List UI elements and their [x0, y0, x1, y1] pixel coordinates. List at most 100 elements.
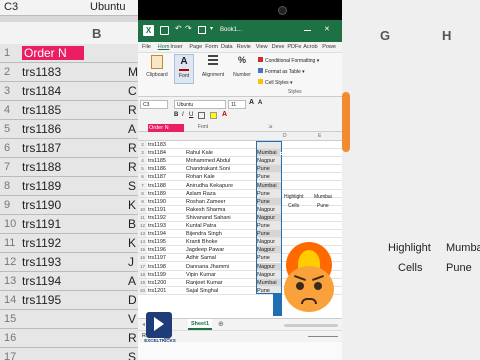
- name-cell[interactable]: Bijendra Singh: [186, 230, 256, 237]
- name-cell[interactable]: Rohan Kale: [186, 173, 256, 180]
- name-cell[interactable]: Dannana Jhammi: [186, 263, 256, 270]
- order-cell[interactable]: trs1184: [148, 149, 184, 156]
- cell-styles-button[interactable]: Cell Styles ▾: [258, 79, 293, 86]
- name-cell[interactable]: Ranjeet Kumar: [186, 279, 256, 286]
- order-header-cell[interactable]: Order N: [148, 124, 184, 132]
- font-color-button[interactable]: A: [222, 111, 227, 118]
- fill-color-icon[interactable]: [210, 112, 217, 119]
- tab-acrob[interactable]: Acrob: [303, 44, 317, 50]
- order-cell[interactable]: trs1196: [148, 246, 184, 253]
- row-number[interactable]: 14: [138, 238, 147, 246]
- order-cell[interactable]: trs1189: [148, 190, 184, 197]
- order-cell[interactable]: trs1201: [148, 287, 184, 294]
- row-number[interactable]: 16: [138, 254, 147, 262]
- tab-data[interactable]: Data: [221, 44, 233, 50]
- font-dialog-launcher-icon[interactable]: ⇲: [268, 124, 272, 130]
- column-d-header[interactable]: D: [283, 133, 287, 139]
- table-icon[interactable]: [198, 26, 206, 34]
- name-cell[interactable]: Aslam Raza: [186, 190, 256, 197]
- row-number[interactable]: 10: [138, 205, 147, 213]
- row-number[interactable]: 8: [138, 189, 147, 197]
- font-name-box[interactable]: Ubuntu: [174, 100, 226, 109]
- conditional-formatting-button[interactable]: Conditional Formatting ▾: [258, 57, 319, 64]
- name-cell[interactable]: Chandrakant Soni: [186, 165, 256, 172]
- tab-inser[interactable]: Inser: [170, 44, 182, 50]
- decrease-font-icon[interactable]: A: [258, 100, 262, 106]
- order-cell[interactable]: trs1188: [148, 182, 184, 189]
- underline-button[interactable]: U: [189, 112, 193, 118]
- column-e-header[interactable]: E: [318, 133, 321, 139]
- row-number[interactable]: 5: [138, 165, 147, 173]
- order-cell[interactable]: trs1197: [148, 254, 184, 261]
- name-cell[interactable]: Kranti Bhoke: [186, 238, 256, 245]
- order-cell[interactable]: trs1192: [148, 214, 184, 221]
- redo-icon[interactable]: ↷: [185, 24, 192, 33]
- zoom-slider[interactable]: [308, 336, 338, 337]
- font-size-box[interactable]: 11: [228, 100, 246, 109]
- order-cell[interactable]: trs1187: [148, 173, 184, 180]
- tab-page[interactable]: Page: [189, 44, 202, 50]
- fill-handle[interactable]: [280, 152, 283, 155]
- borders-icon[interactable]: [198, 112, 205, 119]
- format-as-table-button[interactable]: Format as Table ▾: [258, 68, 305, 75]
- tab-view[interactable]: View: [256, 44, 268, 50]
- order-cell[interactable]: trs1186: [148, 165, 184, 172]
- name-cell[interactable]: Mohammed Abdul: [186, 157, 256, 164]
- tab-powe[interactable]: Powe: [322, 44, 336, 50]
- order-cell[interactable]: trs1198: [148, 263, 184, 270]
- row-number[interactable]: 15: [138, 246, 147, 254]
- close-icon[interactable]: ✕: [324, 26, 330, 33]
- tab-form[interactable]: Form: [205, 44, 218, 50]
- name-cell[interactable]: Kuntal Patra: [186, 222, 256, 229]
- row-number[interactable]: 18: [138, 270, 147, 278]
- row-number[interactable]: 2: [138, 141, 147, 149]
- name-cell[interactable]: Jagdeep Pawar: [186, 246, 256, 253]
- order-cell[interactable]: trs1185: [148, 157, 184, 164]
- row-number[interactable]: 12: [138, 222, 147, 230]
- order-cell[interactable]: trs1190: [148, 198, 184, 205]
- save-icon[interactable]: [160, 26, 169, 35]
- font-group-button[interactable]: A Font: [174, 54, 194, 84]
- add-sheet-icon[interactable]: ⊕: [218, 320, 224, 328]
- row-number[interactable]: 17: [138, 262, 147, 270]
- bold-button[interactable]: B: [174, 112, 178, 118]
- row-number[interactable]: 19: [138, 278, 147, 286]
- order-cell[interactable]: trs1194: [148, 230, 184, 237]
- qat-more-icon[interactable]: ▾: [210, 25, 213, 32]
- horizontal-scrollbar[interactable]: [284, 324, 338, 327]
- row-number[interactable]: 9: [138, 197, 147, 205]
- tab-prev-icon[interactable]: ◂: [142, 321, 145, 328]
- name-cell[interactable]: Adhir Samal: [186, 254, 256, 261]
- name-cell[interactable]: Roshan Zameer: [186, 198, 256, 205]
- order-cell[interactable]: trs1183: [148, 141, 184, 148]
- row-number[interactable]: 11: [138, 213, 147, 221]
- name-cell[interactable]: Shivanand Sahani: [186, 214, 256, 221]
- order-cell[interactable]: trs1199: [148, 271, 184, 278]
- row-number[interactable]: 4: [138, 157, 147, 165]
- name-cell[interactable]: Anirudha Kekapure: [186, 182, 256, 189]
- name-cell[interactable]: Rakesh Sharma: [186, 206, 256, 213]
- increase-font-icon[interactable]: A: [249, 99, 254, 106]
- paste-button[interactable]: [140, 55, 174, 69]
- name-box[interactable]: C3: [140, 100, 168, 109]
- minimize-icon[interactable]: [304, 30, 311, 31]
- italic-button[interactable]: I: [182, 112, 184, 118]
- name-cell[interactable]: [186, 141, 256, 148]
- tab-sheet1[interactable]: Sheet1: [188, 319, 212, 330]
- row-number[interactable]: 3: [138, 149, 147, 157]
- name-cell[interactable]: Sajal Singhal: [186, 287, 256, 294]
- row-number[interactable]: 6: [138, 173, 147, 181]
- undo-icon[interactable]: ↶: [175, 24, 182, 33]
- order-cell[interactable]: trs1200: [148, 279, 184, 286]
- tab-file[interactable]: File: [142, 44, 151, 50]
- order-cell[interactable]: trs1193: [148, 222, 184, 229]
- tab-hom[interactable]: Hom: [158, 44, 170, 50]
- row-number[interactable]: 7: [138, 181, 147, 189]
- tab-revie[interactable]: Revie: [237, 44, 251, 50]
- name-cell[interactable]: Rahul Kale: [186, 149, 256, 156]
- alignment-button[interactable]: [196, 55, 230, 65]
- row-number[interactable]: 20: [138, 286, 147, 294]
- number-button[interactable]: %: [230, 55, 254, 65]
- row-number[interactable]: 13: [138, 230, 147, 238]
- tab-deve[interactable]: Deve: [272, 44, 285, 50]
